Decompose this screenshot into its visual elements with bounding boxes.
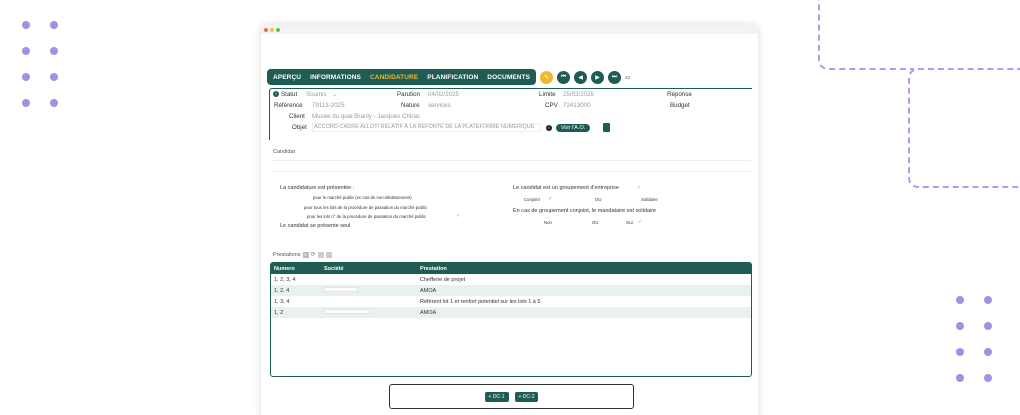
status-info-icon: i	[273, 91, 279, 97]
divider	[271, 160, 751, 161]
redacted-bar	[324, 309, 370, 314]
candidat-title: Candidat	[273, 149, 296, 155]
cell-prestation: AMOA	[417, 307, 751, 318]
next-icon[interactable]: ▶	[591, 70, 605, 84]
decor-dots-right	[956, 296, 994, 382]
decor-dashed-line-2	[908, 68, 1020, 188]
ou-label-2: OU	[592, 220, 599, 225]
info-icon[interactable]: i	[546, 125, 552, 131]
maximize-dot-icon[interactable]	[276, 27, 280, 32]
cell-numero: 1, 2, 3, 4	[274, 276, 296, 283]
previous-icon[interactable]: ◀	[574, 70, 588, 84]
reponse-label: Réponse	[667, 91, 692, 98]
ou-label: OU	[595, 197, 602, 202]
prestations-header: Prestations 0 ⟳	[273, 251, 332, 258]
prestations-count-badge: 0	[302, 251, 309, 258]
col-prestation[interactable]: Prestation	[417, 263, 751, 274]
redacted-bar	[324, 287, 358, 292]
prestations-title: Prestations	[273, 251, 301, 258]
tab-candidature[interactable]: CANDIDATURE	[370, 74, 418, 81]
objet-label: Objet	[292, 124, 307, 131]
window-titlebar	[261, 25, 758, 34]
cell-societe	[321, 296, 417, 307]
seul-label[interactable]: Le candidat se présente seul	[280, 223, 350, 229]
cell-numero: 1, 2, 4	[271, 285, 321, 296]
tabs-row: APERÇU INFORMATIONS CANDIDATURE PLANIFIC…	[267, 69, 630, 85]
table-header-row: Numero Société Prestation	[271, 263, 751, 274]
check-icon[interactable]: ✓	[637, 185, 641, 191]
option-tous-lots[interactable]: pour tous les lots de la procédure de pa…	[304, 205, 427, 210]
oui-option[interactable]: Oui	[626, 220, 633, 225]
presentee-label: La candidature est présentée :	[280, 185, 355, 191]
check-icon[interactable]: ✓	[548, 196, 552, 202]
refresh-icon[interactable]: ⟳	[311, 251, 316, 258]
add-dc2-button[interactable]: + DC-2	[514, 391, 539, 402]
solidaire-option[interactable]: Solidaire	[641, 197, 658, 202]
cell-numero: 1, 2	[271, 307, 321, 318]
objet-value[interactable]: ACCORD-CADRE ALLOTI RELATIF À LA REFONTE…	[314, 124, 534, 130]
nature-label: Nature	[401, 102, 420, 109]
cpv-value[interactable]: 72413000	[563, 102, 591, 109]
cell-prestation: Chefferie de projet	[420, 276, 466, 283]
cell-societe	[321, 307, 417, 318]
tab-informations[interactable]: INFORMATIONS	[310, 74, 361, 81]
budget-label: Budget	[670, 102, 690, 109]
edit-pencil-icon[interactable]: ✎	[540, 70, 554, 84]
cpv-label: CPV	[545, 102, 558, 109]
page-count: 42	[625, 74, 631, 80]
add-icon[interactable]	[317, 251, 324, 258]
cell-prestation: AMOA	[417, 285, 751, 296]
decor-dashed-line	[818, 0, 914, 70]
table-row[interactable]: 1, 2, 4 AMOA	[271, 285, 751, 296]
parution-value[interactable]: 04/02/2025	[428, 91, 459, 98]
divider-2	[271, 171, 751, 172]
tab-documents[interactable]: DOCUMENTS	[487, 74, 530, 81]
cell-societe	[321, 285, 417, 296]
add-dc1-button[interactable]: + DC-1	[484, 391, 509, 402]
tab-planification[interactable]: PLANIFICATION	[427, 74, 478, 81]
first-page-icon[interactable]: ⏮	[557, 70, 571, 84]
chevron-down-icon[interactable]: ⌄	[332, 91, 337, 98]
statut-label: Statut	[281, 91, 298, 98]
decor-dots-left	[22, 21, 60, 107]
minimize-dot-icon[interactable]	[270, 27, 274, 32]
conjoint-option[interactable]: Conjoint	[524, 197, 540, 202]
tab-bar: APERÇU INFORMATIONS CANDIDATURE PLANIFIC…	[267, 69, 537, 85]
groupement-label: Le candidat est un groupement d'entrepri…	[513, 185, 619, 191]
cell-societe	[321, 274, 417, 285]
client-value[interactable]: Musée du quai Branly - Jacques Chirac	[312, 113, 420, 120]
info-panel: i Statut Soumis ⌄ Parution 04/02/2025 Li…	[269, 88, 752, 140]
table-row[interactable]: 1, 3, 4 Référent lot 1 et renfort potent…	[271, 296, 751, 307]
check-icon[interactable]: ✓	[638, 219, 642, 225]
voir-ao-button[interactable]: Voir l'A.O.	[556, 124, 591, 132]
last-page-icon[interactable]: ⏭	[608, 70, 622, 84]
pdf-icon[interactable]	[603, 123, 610, 132]
option-marche-public[interactable]: pour le marché public (en cas de non-all…	[313, 195, 412, 200]
limite-value[interactable]: 25/03/2025	[563, 91, 594, 98]
reference-label: Référence	[274, 102, 303, 109]
cell-prestation: Référent lot 1 et renfort potentiel sur …	[420, 298, 541, 305]
parution-label: Parution	[397, 91, 421, 98]
app-window: APERÇU INFORMATIONS CANDIDATURE PLANIFIC…	[261, 25, 758, 415]
close-dot-icon[interactable]	[264, 27, 268, 32]
nature-value[interactable]: services	[428, 102, 451, 109]
non-option[interactable]: Non	[544, 220, 552, 225]
client-label: Client	[289, 113, 305, 120]
col-societe[interactable]: Société	[321, 263, 417, 274]
prestations-table: Numero Société Prestation 1, 2, 3, 4 Che…	[270, 262, 752, 377]
statut-select[interactable]: Soumis	[306, 91, 327, 98]
table-row[interactable]: 1, 2, 3, 4 Chefferie de projet	[271, 274, 751, 285]
footer-actions: + DC-1 + DC-2	[389, 384, 634, 409]
check-icon[interactable]: ✓	[456, 213, 460, 219]
col-numero[interactable]: Numero	[271, 263, 321, 274]
cell-numero: 1, 3, 4	[274, 298, 290, 305]
option-lots-n[interactable]: pour les lots n° de la procédure de pass…	[307, 214, 426, 219]
reference-value[interactable]: 79113-2025	[312, 102, 345, 109]
mandataire-label: En cas de groupement conjoint, le mandat…	[513, 208, 657, 214]
limite-label: Limite	[539, 91, 556, 98]
remove-icon[interactable]	[325, 251, 332, 258]
tab-apercu[interactable]: APERÇU	[273, 74, 301, 81]
table-row[interactable]: 1, 2 AMOA	[271, 307, 751, 318]
